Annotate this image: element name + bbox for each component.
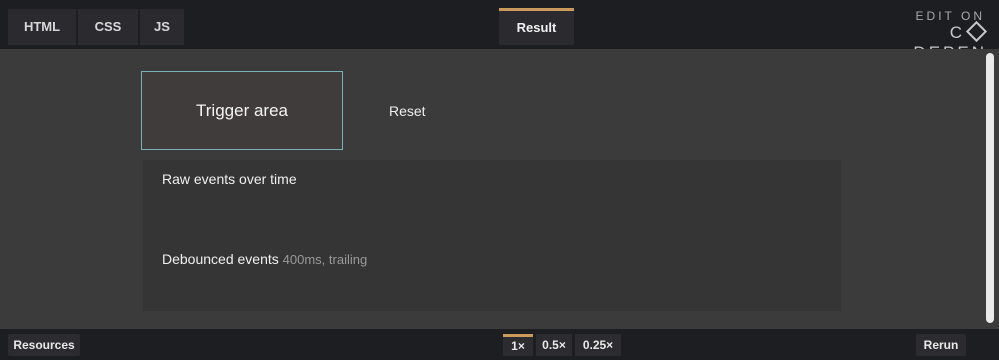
resources-button[interactable]: Resources [8,334,80,356]
debounced-events-label: Debounced events [162,251,279,267]
raw-events-title: Raw events over time [162,171,297,187]
codepen-cube-icon [965,20,988,43]
tab-js[interactable]: JS [140,9,184,45]
preview-scrollbar-thumb[interactable] [986,53,994,323]
zoom-controls: 1× 0.5× 0.25× [503,334,621,356]
editor-tabs: HTML CSS JS [8,9,184,45]
zoom-half-button[interactable]: 0.5× [536,334,572,356]
tab-css[interactable]: CSS [78,9,138,45]
editor-header: HTML CSS JS Result EDIT ON CDEPEN [0,0,999,62]
zoom-1x-button[interactable]: 1× [503,334,533,356]
zoom-quarter-button[interactable]: 0.25× [575,334,621,356]
edit-on-label: EDIT ON [915,9,985,23]
debounced-events-meta: 400ms, trailing [282,252,368,267]
trigger-area-label: Trigger area [196,100,288,120]
trigger-area[interactable]: Trigger area [141,71,343,150]
tab-html[interactable]: HTML [8,9,76,45]
debounced-events-title: Debounced events 400ms, trailing [162,251,367,267]
tab-result[interactable]: Result [499,8,574,45]
reset-button[interactable]: Reset [389,103,426,119]
editor-footer: Resources 1× 0.5× 0.25× Rerun [0,329,999,360]
rerun-button[interactable]: Rerun [916,334,966,356]
codepen-logo-left: C [949,23,965,42]
